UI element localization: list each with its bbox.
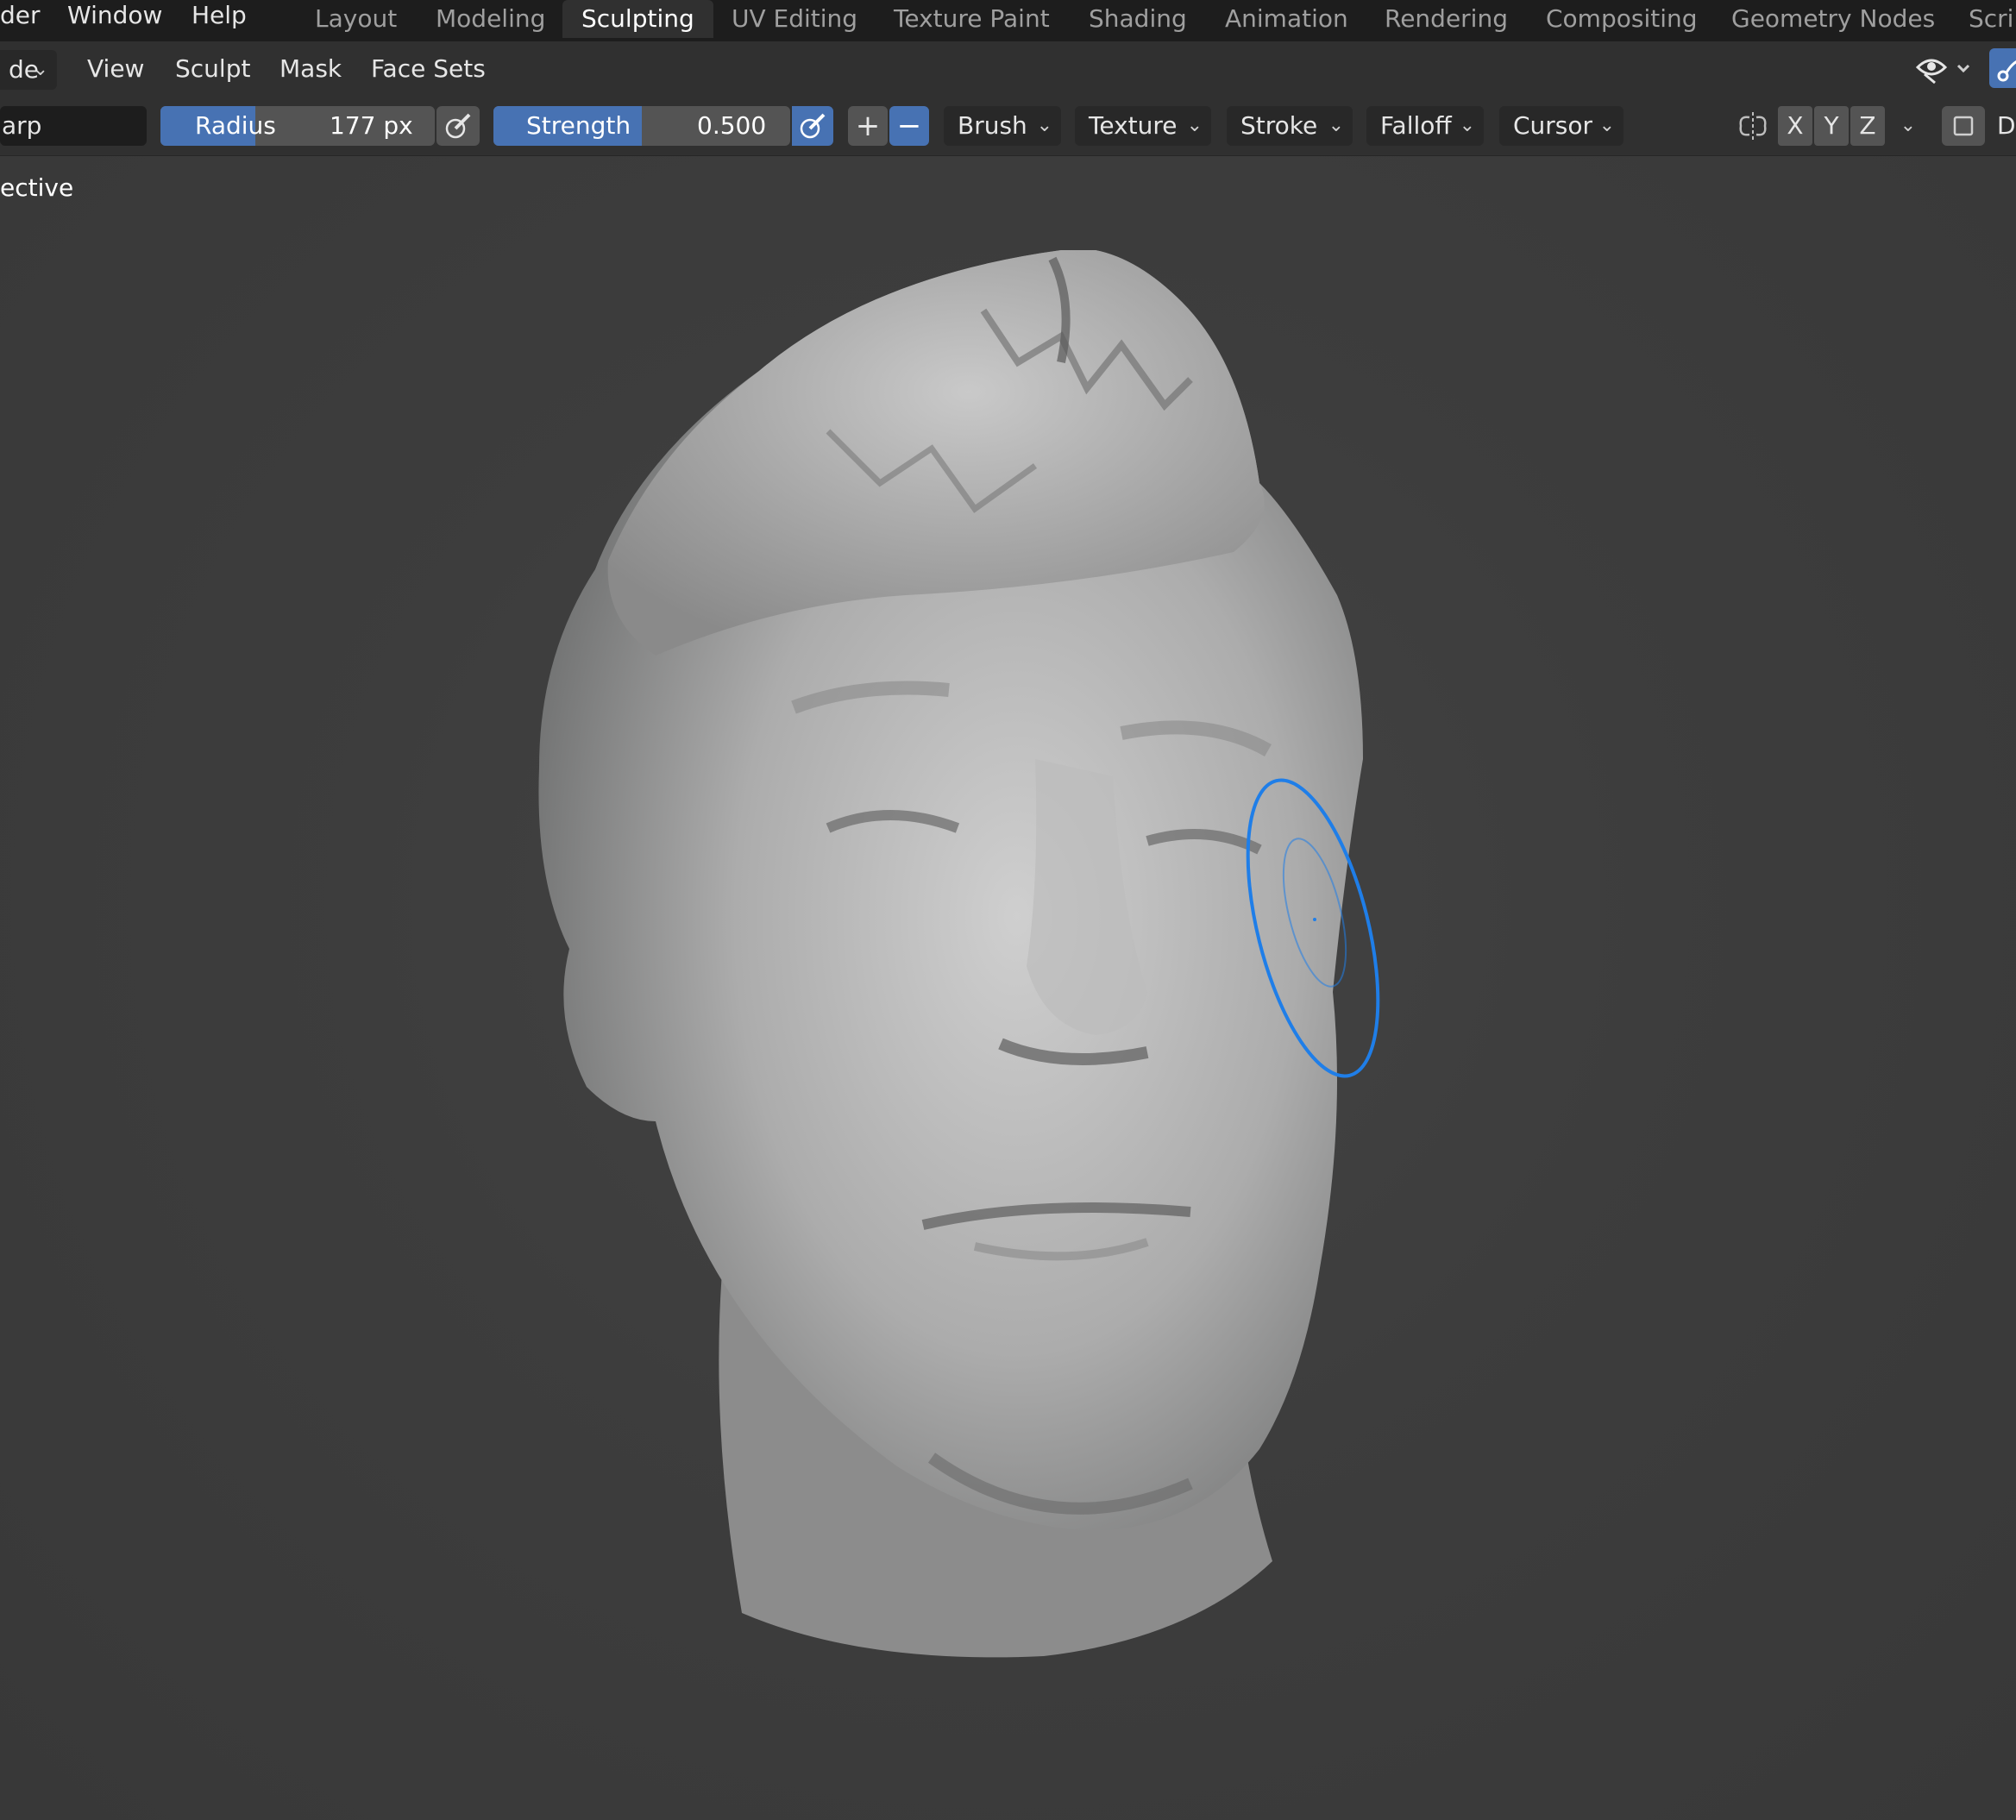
plus-icon: + [855,109,881,143]
strength-pressure-button[interactable] [792,106,833,146]
menu-help[interactable]: Help [192,0,247,31]
strength-label: Strength [526,111,631,140]
symmetry-icon [1739,112,1767,141]
tab-uv-editing[interactable]: UV Editing [732,0,857,38]
stroke-dropdown[interactable]: Stroke ⌄ [1227,106,1353,146]
strength-slider[interactable]: Strength 0.500 [493,106,790,146]
mirror-z-toggle[interactable]: Z [1850,106,1885,146]
tab-layout[interactable]: Layout [315,0,397,38]
brush-name-field[interactable]: arp [0,106,147,146]
chevron-down-icon: ⌄ [1036,115,1052,136]
chevron-down-icon: ⌄ [1900,115,1916,136]
checkbox-icon [1953,116,1974,136]
brush-dropdown[interactable]: Brush ⌄ [944,106,1061,146]
chevron-down-icon: ⌄ [1598,115,1615,136]
brush-cursor [1246,778,1380,1078]
menu-sculpt[interactable]: Sculpt [175,52,250,86]
chevron-down-icon: ⌄ [1459,115,1475,136]
chevron-down-icon: ⌄ [1186,115,1203,136]
menu-render[interactable]: der [0,0,41,31]
chevron-down-icon: ⌄ [32,59,48,80]
cursor-dropdown[interactable]: Cursor ⌄ [1499,106,1623,146]
chevron-down-icon: ⌄ [1328,115,1344,136]
tab-compositing[interactable]: Compositing [1546,0,1698,38]
falloff-dropdown[interactable]: Falloff ⌄ [1366,106,1484,146]
symmetry-options-dropdown[interactable]: ⌄ [1888,106,1926,146]
sculpt-mesh-head[interactable] [0,156,2016,1820]
strength-value: 0.500 [697,111,767,140]
radius-slider[interactable]: Radius 177 px [160,106,435,146]
options-checkbox-button[interactable] [1942,106,1985,146]
mirror-y-toggle[interactable]: Y [1814,106,1849,146]
add-direction-button[interactable]: + [848,106,888,146]
tab-rendering[interactable]: Rendering [1385,0,1508,38]
radius-label: Radius [195,111,276,140]
gizmo-toggle-button[interactable] [1989,48,2016,88]
pen-pressure-icon [445,113,471,139]
top-menubar: der Window Help Layout Modeling Sculptin… [0,0,2016,41]
tab-shading[interactable]: Shading [1089,0,1187,38]
subtract-direction-button[interactable]: − [889,106,929,146]
mirror-x-toggle[interactable]: X [1778,106,1812,146]
pen-pressure-icon [800,113,826,139]
texture-dropdown[interactable]: Texture ⌄ [1075,106,1211,146]
brush-dropdown-label: Brush [958,111,1027,140]
tab-scripting[interactable]: Scrip [1969,0,2016,38]
tab-modeling[interactable]: Modeling [436,0,545,38]
texture-dropdown-label: Texture [1089,111,1178,140]
falloff-dropdown-label: Falloff [1380,111,1452,140]
radius-value: 177 px [330,111,413,140]
menu-face-sets[interactable]: Face Sets [371,52,486,86]
eye-icon [1915,59,1970,85]
menu-view[interactable]: View [87,52,144,86]
minus-icon: − [896,109,922,143]
tab-texture-paint[interactable]: Texture Paint [894,0,1050,38]
brush-name: arp [2,111,42,140]
menu-window[interactable]: Window [67,0,162,31]
stroke-dropdown-label: Stroke [1240,111,1318,140]
tab-animation[interactable]: Animation [1225,0,1348,38]
cursor-dropdown-label: Cursor [1513,111,1593,140]
radius-pressure-button[interactable] [436,106,480,146]
tab-sculpting[interactable]: Sculpting [562,0,713,38]
menu-mask[interactable]: Mask [279,52,342,86]
mode-dropdown[interactable]: de ⌄ [0,50,57,90]
visibility-dropdown[interactable] [1911,48,1976,88]
trailing-label: D [1997,111,2016,140]
tab-geometry-nodes[interactable]: Geometry Nodes [1731,0,1935,38]
gizmo-icon [1997,60,2016,82]
trailing-panel-button[interactable]: D [1987,106,2016,146]
